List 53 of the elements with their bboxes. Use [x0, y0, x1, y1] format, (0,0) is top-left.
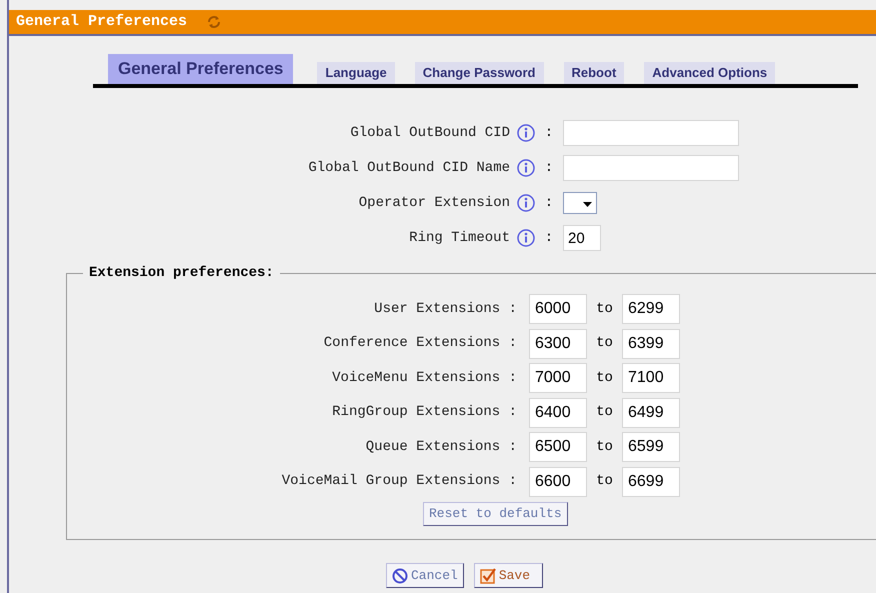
tab[interactable]: Reboot: [564, 62, 624, 84]
reset-button[interactable]: Reset to defaults: [423, 502, 568, 526]
dropdown[interactable]: [563, 192, 597, 214]
info-icon[interactable]: [517, 194, 535, 212]
number-field[interactable]: 6699: [622, 466, 680, 497]
number-field[interactable]: 6500: [529, 432, 587, 462]
range-label: User Extensions :: [373, 300, 517, 319]
range-separator: to: [595, 438, 614, 457]
range-label: VoiceMenu Extensions :: [331, 368, 517, 388]
caret-icon: [583, 202, 592, 207]
range-label: RingGroup Extensions :: [331, 403, 517, 422]
range-label: VoiceMail Group Extensions :: [280, 472, 517, 492]
range-separator: to: [595, 403, 614, 422]
number-field[interactable]: 7100: [622, 363, 680, 394]
text-field[interactable]: [563, 155, 739, 181]
info-icon[interactable]: [517, 124, 535, 142]
range-separator: to: [595, 368, 614, 388]
range-separator: to: [595, 334, 614, 354]
field-label: Ring Timeout: [408, 228, 510, 248]
range-separator: to: [595, 472, 614, 492]
tab[interactable]: Language: [317, 62, 395, 84]
tab[interactable]: General Preferences: [108, 54, 294, 84]
checkbox-icon: [480, 568, 496, 584]
text-field[interactable]: [563, 120, 739, 146]
range-label: Conference Extensions :: [322, 334, 517, 354]
number-field[interactable]: 6399: [622, 328, 680, 359]
number-field[interactable]: 6299: [622, 294, 680, 324]
colon: :: [544, 228, 554, 248]
number-field[interactable]: 6400: [529, 398, 587, 428]
colon: :: [544, 158, 554, 178]
number-field[interactable]: 6600: [529, 466, 587, 497]
prohibited-icon: [392, 568, 408, 584]
range-separator: to: [595, 300, 614, 319]
field-label: Global OutBound CID Name: [307, 158, 510, 178]
tab[interactable]: Advanced Options: [644, 62, 776, 84]
number-field[interactable]: 6000: [529, 294, 587, 324]
colon: :: [544, 194, 554, 212]
field-label: Operator Extension: [358, 194, 510, 212]
number-field[interactable]: 7000: [529, 363, 587, 394]
field-label: Global OutBound CID: [349, 124, 510, 142]
number-field[interactable]: 6599: [622, 432, 680, 462]
text-field[interactable]: 20: [563, 225, 601, 251]
header-title: General Preferences: [16, 12, 188, 32]
number-field[interactable]: 6300: [529, 328, 587, 359]
info-icon[interactable]: [517, 159, 535, 177]
save-button[interactable]: Save: [474, 563, 544, 588]
tab[interactable]: Change Password: [414, 62, 544, 84]
info-icon[interactable]: [517, 229, 535, 247]
number-field[interactable]: 6499: [622, 398, 680, 428]
colon: :: [544, 124, 554, 142]
panel-title: Extension preferences:: [88, 264, 275, 283]
range-label: Queue Extensions :: [364, 438, 517, 457]
cancel-button[interactable]: Cancel: [386, 563, 464, 588]
